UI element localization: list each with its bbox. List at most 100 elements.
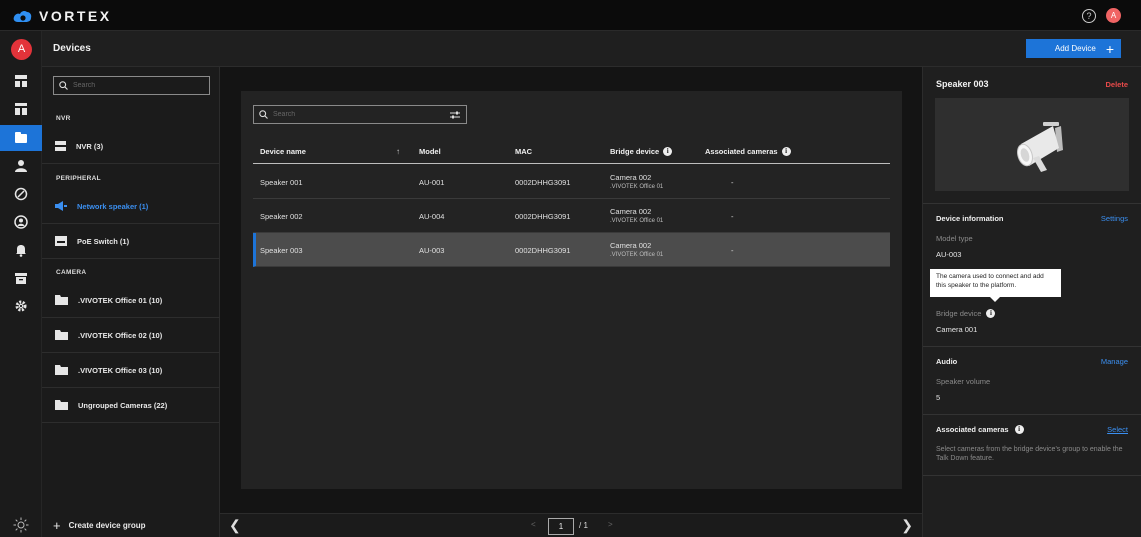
group-label: .VIVOTEK Office 01 (10): [78, 295, 163, 305]
device-detail-panel: Speaker 003 Delete Device information Se…: [922, 67, 1141, 537]
next-page-icon[interactable]: >: [608, 520, 613, 529]
user-avatar[interactable]: A: [1106, 8, 1121, 23]
filter-icon[interactable]: [450, 110, 460, 120]
col-bridge-device[interactable]: Bridge device i: [610, 147, 673, 156]
bridge-group: .VIVOTEK Office 01: [610, 218, 664, 224]
section-camera: CAMERA: [56, 269, 87, 276]
cell-name: Speaker 001: [260, 178, 303, 187]
table-search[interactable]: [253, 105, 467, 124]
col-device-name[interactable]: Device name: [260, 147, 306, 156]
model-type-value: AU-003: [936, 250, 962, 259]
table-row-selected[interactable]: Speaker 003 AU-003 0002DHHG3091 Camera 0…: [253, 233, 890, 267]
prev-page-icon[interactable]: <: [531, 520, 536, 529]
cell-mac: 0002DHHG3091: [515, 178, 571, 187]
expand-right-icon[interactable]: ❯: [901, 517, 913, 534]
bridge-name: Camera 002: [610, 241, 652, 250]
cell-name: Speaker 002: [260, 212, 303, 221]
sort-ascending-icon[interactable]: ↑: [396, 147, 400, 156]
delete-button[interactable]: Delete: [1105, 80, 1128, 89]
group-network-speaker[interactable]: Network speaker (1): [42, 189, 220, 224]
group-search[interactable]: [53, 76, 210, 95]
manage-link[interactable]: Manage: [1101, 357, 1128, 366]
group-office-02[interactable]: .VIVOTEK Office 02 (10): [42, 318, 220, 353]
info-icon[interactable]: i: [1014, 425, 1024, 434]
heading-text: Associated cameras: [936, 425, 1009, 434]
group-office-01[interactable]: .VIVOTEK Office 01 (10): [42, 283, 220, 318]
cell-bridge: Camera 002 .VIVOTEK Office 01: [610, 207, 663, 224]
create-group-label: Create device group: [68, 521, 146, 530]
table-row[interactable]: Speaker 002 AU-004 0002DHHG3091 Camera 0…: [253, 199, 890, 233]
user-icon: [15, 160, 27, 172]
bridge-group: .VIVOTEK Office 01: [610, 252, 664, 258]
section-peripheral: PERIPHERAL: [56, 175, 101, 182]
table-row[interactable]: Speaker 001 AU-001 0002DHHG3091 Camera 0…: [253, 165, 890, 199]
group-label: .VIVOTEK Office 03 (10): [78, 365, 163, 375]
device-list-area: Device name ↑ Model MAC Bridge devicei A…: [220, 67, 922, 537]
rail-settings[interactable]: [0, 293, 42, 319]
brand-name: VORTEX: [39, 8, 112, 24]
settings-link[interactable]: Settings: [1101, 214, 1128, 223]
rail-account[interactable]: [0, 209, 42, 235]
add-device-button[interactable]: Add Device +: [1026, 39, 1121, 58]
cell-associated: -: [731, 178, 734, 187]
divider: [923, 414, 1141, 415]
plus-icon: +: [53, 518, 61, 533]
divider: [923, 346, 1141, 347]
group-nvr[interactable]: NVR (3): [42, 129, 220, 164]
cell-model: AU-001: [419, 178, 445, 187]
info-icon[interactable]: i: [663, 147, 673, 156]
page-title: Devices: [53, 43, 91, 54]
create-device-group-button[interactable]: + Create device group: [53, 518, 146, 533]
pagination-bar: ❮ < 1 / 1 > ❯: [220, 513, 922, 537]
divider: [923, 475, 1141, 476]
logo[interactable]: VORTEX: [13, 8, 112, 24]
rail-tags[interactable]: [0, 181, 42, 207]
cell-model: AU-003: [419, 246, 445, 255]
dashboard-icon: [15, 75, 27, 87]
col-mac[interactable]: MAC: [515, 147, 532, 156]
model-type-label: Model type: [936, 234, 973, 243]
group-ungrouped[interactable]: Ungrouped Cameras (22): [42, 388, 220, 423]
group-search-input[interactable]: [73, 82, 193, 89]
help-icon[interactable]: ?: [1082, 9, 1096, 23]
col-label: Bridge device: [610, 147, 660, 156]
rail-archive[interactable]: [0, 265, 42, 291]
theme-toggle-icon[interactable]: [13, 517, 29, 533]
group-office-03[interactable]: .VIVOTEK Office 03 (10): [42, 353, 220, 388]
rail-alerts[interactable]: [0, 237, 42, 263]
associated-cameras-description: Select cameras from the bridge device's …: [936, 446, 1123, 462]
folder-icon: [55, 295, 68, 305]
collapse-left-icon[interactable]: ❮: [229, 517, 241, 534]
group-poe-switch[interactable]: PoE Switch (1): [42, 224, 220, 259]
speaker-volume-value: 5: [936, 393, 941, 402]
archive-icon: [15, 273, 27, 284]
col-label: Device name: [260, 147, 306, 156]
bridge-name: Camera 002: [610, 207, 652, 216]
label-text: Speaker volume: [936, 377, 991, 386]
device-group-panel: NVR NVR (3) PERIPHERAL Network speaker (…: [42, 67, 220, 537]
rail-avatar[interactable]: A: [11, 39, 32, 60]
rail-layout[interactable]: [0, 96, 42, 122]
cell-name: Speaker 003: [260, 246, 303, 255]
rail-users[interactable]: [0, 153, 42, 179]
col-model[interactable]: Model: [419, 147, 441, 156]
rail-devices[interactable]: [0, 125, 42, 151]
cell-mac: 0002DHHG3091: [515, 246, 571, 255]
heading-text: Audio: [936, 357, 958, 366]
info-icon[interactable]: i: [781, 147, 791, 156]
folder-icon: [55, 365, 68, 375]
rail-dashboard[interactable]: [0, 68, 42, 94]
page-input[interactable]: 1: [548, 518, 574, 535]
col-label: Model: [419, 147, 441, 156]
info-icon[interactable]: i: [986, 309, 996, 318]
select-link[interactable]: Select: [1107, 425, 1128, 434]
cell-associated: -: [731, 246, 734, 255]
label-text: Model type: [936, 234, 973, 243]
divider: [923, 203, 1141, 204]
col-associated-cameras[interactable]: Associated cameras i: [705, 147, 791, 156]
horn-speaker-image: [1017, 122, 1063, 172]
table-search-input[interactable]: [273, 111, 443, 118]
vortex-logo-icon: [13, 10, 32, 22]
bell-icon: [16, 245, 26, 257]
top-bar: VORTEX ? A: [0, 0, 1141, 31]
